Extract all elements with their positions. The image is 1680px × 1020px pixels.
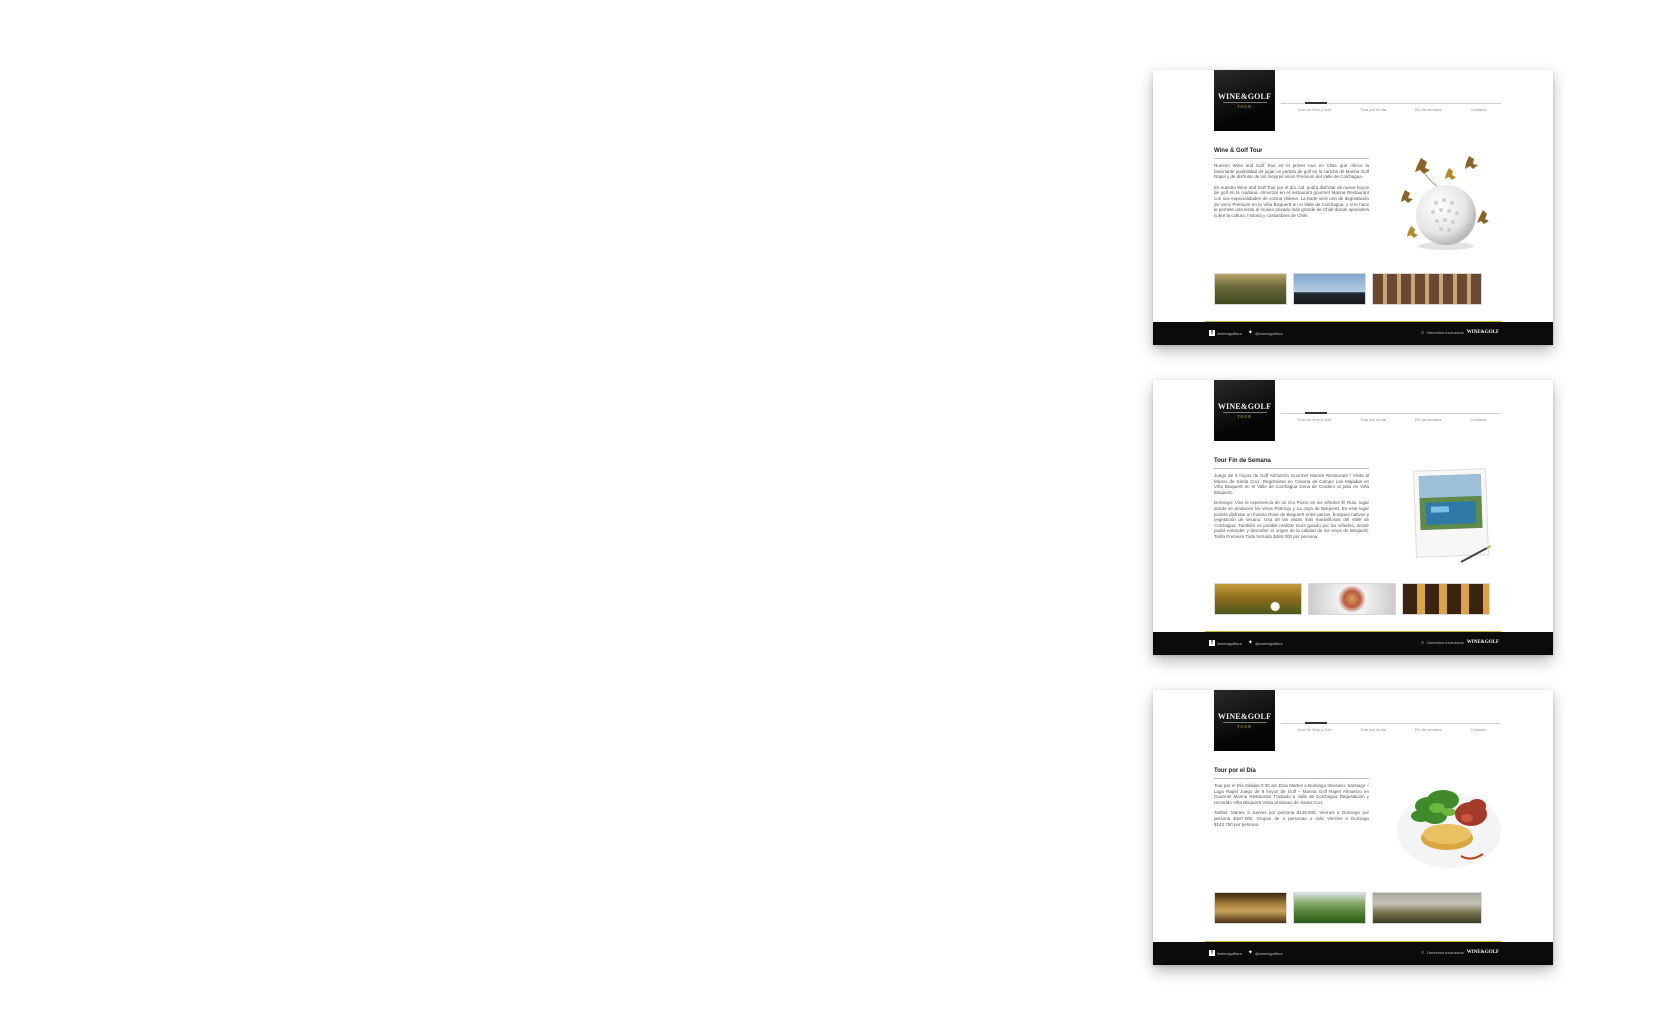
facebook-handle: /winedgolftour xyxy=(1217,640,1242,646)
nav-active-indicator xyxy=(1305,722,1327,724)
golf-ball-photo[interactable] xyxy=(1214,583,1302,615)
nav-item-contact[interactable]: Contacto xyxy=(1470,727,1486,732)
nav-item-day-tour[interactable]: Tour por el día xyxy=(1360,417,1386,422)
nav-item-contact[interactable]: Contacto xyxy=(1470,107,1486,112)
page-body: Tour por el Día Salidas 8:30 am Días Mar… xyxy=(1214,783,1369,832)
wine-glasses-photo[interactable] xyxy=(1402,583,1490,615)
gourmet-plate-photo[interactable] xyxy=(1308,583,1396,615)
page-mockup-2: WINE&GOLF TOUR Tour de Vino y Golf Tour … xyxy=(1153,380,1553,655)
main-nav: Tour de Vino y Golf Tour por el día Fin … xyxy=(1283,417,1501,422)
page-mockup-3: WINE&GOLF TOUR Tour de Vino y Golf Tour … xyxy=(1153,690,1553,965)
body-paragraph: Tour por el Día Salidas 8:30 am Días Mar… xyxy=(1214,783,1369,805)
green-valley-photo[interactable] xyxy=(1293,892,1366,924)
logo-divider xyxy=(1222,102,1267,103)
nav-item-day-tour[interactable]: Tour por el día xyxy=(1360,727,1386,732)
title-divider xyxy=(1214,778,1369,779)
thumbnail-row xyxy=(1214,273,1491,305)
page-title: Tour Fin de Semana xyxy=(1214,458,1271,464)
page-mockup-1: WINE&GOLF TOUR Tour de Vino y Golf Tour … xyxy=(1153,70,1553,345)
twitter-link[interactable]: ✦ @winedgolftour xyxy=(1248,330,1283,336)
footer-logo: WINE&GOLF xyxy=(1466,640,1499,645)
brand-name: WINE&GOLF xyxy=(1217,92,1272,101)
facebook-link[interactable]: f /winedgolftour xyxy=(1209,640,1242,646)
social-links: f /winedgolftour ✦ @winedgolftour xyxy=(1209,950,1283,956)
twitter-handle: @winedgolftour xyxy=(1254,950,1283,956)
pool-polaroid-image xyxy=(1413,468,1492,563)
body-paragraph: Juego de 9 hoyos de Golf Almuerzo Gourme… xyxy=(1214,473,1369,495)
brand-logo[interactable]: WINE&GOLF TOUR xyxy=(1214,690,1275,751)
social-links: f /winedgolftour ✦ @winedgolftour xyxy=(1209,330,1283,336)
brand-name: WINE&GOLF xyxy=(1217,402,1272,411)
footer-copyright: © Derechos exclusivos WINE&GOLF xyxy=(1421,950,1499,955)
nav-item-contact[interactable]: Contacto xyxy=(1470,417,1486,422)
facebook-link[interactable]: f /winedgolftour xyxy=(1209,330,1242,336)
brand-logo[interactable]: WINE&GOLF TOUR xyxy=(1214,70,1275,131)
page-body: Nuestro Wine and Golf Tour es el primer … xyxy=(1214,163,1369,223)
main-nav: Tour de Vino y Golf Tour por el día Fin … xyxy=(1283,107,1501,112)
page-title: Tour por el Día xyxy=(1214,768,1256,774)
vineyard-photo[interactable] xyxy=(1214,273,1287,305)
title-divider xyxy=(1214,158,1369,159)
brand-tagline: TOUR xyxy=(1237,414,1252,419)
footer-logo: WINE&GOLF xyxy=(1466,330,1499,335)
nav-item-wine-golf[interactable]: Tour de Vino y Golf xyxy=(1297,417,1331,422)
social-links: f /winedgolftour ✦ @winedgolftour xyxy=(1209,640,1283,646)
footer-logo: WINE&GOLF xyxy=(1466,950,1499,955)
body-paragraph: Domingo: Vive la experiencia de un rico … xyxy=(1214,500,1369,539)
body-paragraph: Tarifas: Martes a Jueves por persona $14… xyxy=(1214,810,1369,827)
golfer-silhouette-photo[interactable] xyxy=(1293,273,1366,305)
logo-divider xyxy=(1222,722,1267,723)
nav-item-wine-golf[interactable]: Tour de Vino y Golf xyxy=(1297,107,1331,112)
footer: f /winedgolftour ✦ @winedgolftour © Dere… xyxy=(1153,942,1553,965)
copyright-text: Derechos exclusivos xyxy=(1427,950,1464,955)
golf-ball-leaves-image xyxy=(1401,156,1489,250)
main-nav: Tour de Vino y Golf Tour por el día Fin … xyxy=(1283,727,1501,732)
nav-active-indicator xyxy=(1305,412,1327,414)
title-divider xyxy=(1214,468,1369,469)
footer-copyright: © Derechos exclusivos WINE&GOLF xyxy=(1421,330,1499,335)
copyright-text: Derechos exclusivos xyxy=(1427,330,1464,335)
twitter-link[interactable]: ✦ @winedgolftour xyxy=(1248,950,1283,956)
twitter-handle: @winedgolftour xyxy=(1254,330,1283,336)
thumbnail-row xyxy=(1214,892,1491,924)
nav-item-wine-golf[interactable]: Tour de Vino y Golf xyxy=(1297,727,1331,732)
footer: f /winedgolftour ✦ @winedgolftour © Dere… xyxy=(1153,322,1553,345)
nav-item-weekend[interactable]: Fin de semana xyxy=(1415,107,1441,112)
nav-active-indicator xyxy=(1305,102,1327,104)
facebook-handle: /winedgolftour xyxy=(1217,330,1242,336)
facebook-icon: f xyxy=(1209,640,1215,646)
wine-cellar-photo[interactable] xyxy=(1214,892,1287,924)
nav-item-day-tour[interactable]: Tour por el día xyxy=(1360,107,1386,112)
brand-tagline: TOUR xyxy=(1237,104,1252,109)
brand-tagline: TOUR xyxy=(1237,724,1252,729)
facebook-icon: f xyxy=(1209,950,1215,956)
twitter-handle: @winedgolftour xyxy=(1254,640,1283,646)
countryside-photo[interactable] xyxy=(1372,892,1482,924)
brand-name: WINE&GOLF xyxy=(1217,712,1272,721)
body-paragraph: En nuestro Wine and Golf Tour por el día… xyxy=(1214,184,1369,218)
twitter-icon: ✦ xyxy=(1247,640,1253,646)
page-title: Wine & Golf Tour xyxy=(1214,148,1263,154)
footer: f /winedgolftour ✦ @winedgolftour © Dere… xyxy=(1153,632,1553,655)
copyright-icon: © xyxy=(1421,950,1425,955)
estate-corridor-photo[interactable] xyxy=(1372,273,1482,305)
twitter-icon: ✦ xyxy=(1247,330,1253,336)
body-paragraph: Nuestro Wine and Golf Tour es el primer … xyxy=(1214,163,1369,180)
brand-logo[interactable]: WINE&GOLF TOUR xyxy=(1214,380,1275,441)
facebook-link[interactable]: f /winedgolftour xyxy=(1209,950,1242,956)
copyright-icon: © xyxy=(1421,330,1425,335)
nav-item-weekend[interactable]: Fin de semana xyxy=(1415,727,1441,732)
nav-item-weekend[interactable]: Fin de semana xyxy=(1415,417,1441,422)
copyright-text: Derechos exclusivos xyxy=(1427,640,1464,645)
footer-copyright: © Derechos exclusivos WINE&GOLF xyxy=(1421,640,1499,645)
facebook-handle: /winedgolftour xyxy=(1217,950,1242,956)
logo-divider xyxy=(1222,412,1267,413)
copyright-icon: © xyxy=(1421,640,1425,645)
twitter-link[interactable]: ✦ @winedgolftour xyxy=(1248,640,1283,646)
facebook-icon: f xyxy=(1209,330,1215,336)
twitter-icon: ✦ xyxy=(1247,950,1253,956)
thumbnail-row xyxy=(1214,583,1491,615)
page-body: Juego de 9 hoyos de Golf Almuerzo Gourme… xyxy=(1214,473,1369,545)
gourmet-dish-image xyxy=(1397,790,1501,868)
